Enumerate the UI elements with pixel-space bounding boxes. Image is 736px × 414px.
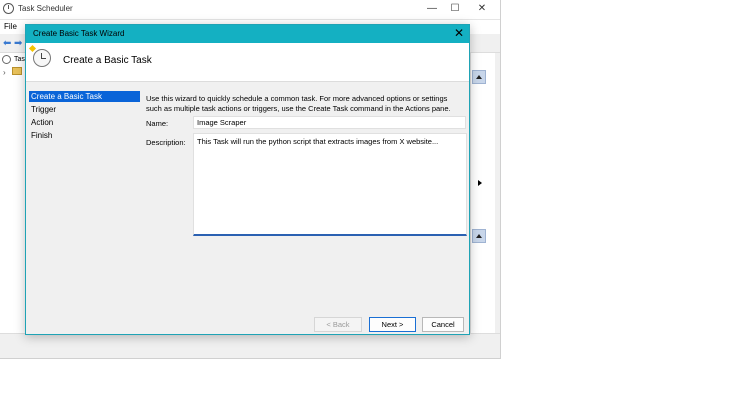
back-button[interactable]: < Back	[314, 317, 362, 332]
step-action[interactable]: Action	[29, 117, 140, 128]
folder-icon	[12, 67, 22, 75]
collapse-up-icon[interactable]	[472, 229, 486, 243]
collapse-up-icon[interactable]	[472, 70, 486, 84]
step-create-basic-task[interactable]: Create a Basic Task	[29, 91, 140, 102]
forward-arrow-icon[interactable]: ➡	[14, 38, 22, 49]
actions-pane	[470, 53, 495, 333]
step-finish[interactable]: Finish	[29, 130, 140, 141]
description-field[interactable]: This Task will run the python script tha…	[193, 133, 467, 236]
tree-pane	[0, 53, 26, 333]
clock-icon	[33, 49, 51, 67]
name-field[interactable]	[193, 116, 466, 129]
name-label: Name:	[146, 119, 169, 128]
expand-right-icon[interactable]	[478, 180, 482, 186]
menu-file[interactable]: File	[4, 22, 17, 31]
clock-icon	[3, 3, 14, 14]
create-basic-task-wizard: Create Basic Task Wizard ✕ Create a Basi…	[25, 24, 470, 335]
cancel-button[interactable]: Cancel	[422, 317, 464, 332]
maximize-icon[interactable]: ☐	[445, 2, 465, 16]
minimize-icon[interactable]: —	[422, 2, 442, 16]
wizard-step-nav: Create a Basic Task Trigger Action Finis…	[29, 91, 141, 331]
step-trigger[interactable]: Trigger	[29, 104, 140, 115]
wizard-intro-text: Use this wizard to quickly schedule a co…	[146, 94, 451, 113]
back-arrow-icon[interactable]: ⬅	[3, 38, 11, 49]
wizard-header: Create a Basic Task	[26, 43, 469, 82]
close-icon[interactable]: ✕	[472, 2, 492, 16]
chevron-right-icon[interactable]: ›	[3, 68, 6, 77]
status-bar	[0, 333, 500, 358]
task-scheduler-title: Task Scheduler	[18, 4, 73, 13]
wizard-title: Create Basic Task Wizard	[33, 29, 125, 38]
wizard-header-title: Create a Basic Task	[63, 55, 152, 66]
next-button[interactable]: Next >	[369, 317, 416, 332]
description-label: Description:	[146, 138, 186, 147]
close-icon[interactable]: ✕	[452, 26, 466, 41]
clock-icon	[2, 55, 11, 64]
wizard-titlebar: Create Basic Task Wizard ✕	[26, 25, 469, 43]
